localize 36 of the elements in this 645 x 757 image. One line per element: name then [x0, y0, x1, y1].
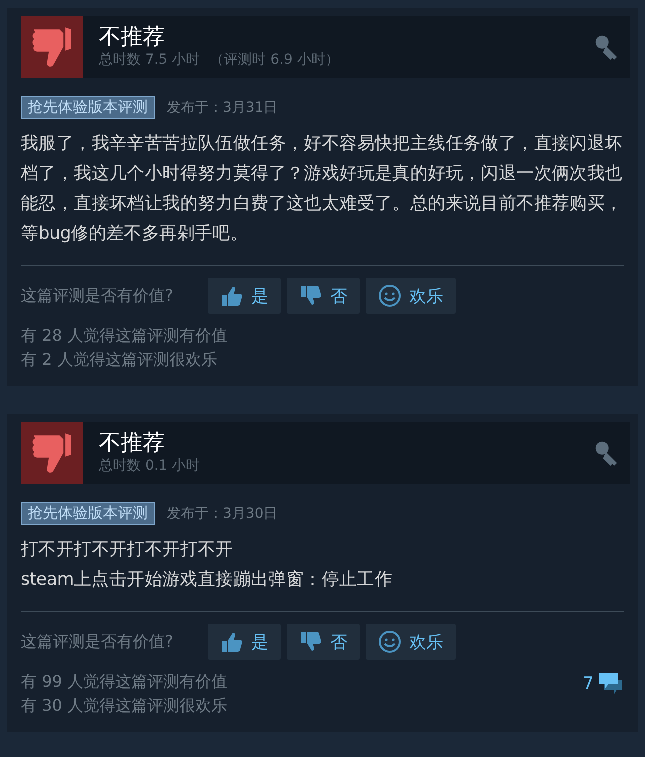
vote-button[interactable]: 是 — [208, 624, 280, 660]
vote-button[interactable]: 欢乐 — [366, 278, 456, 314]
helpful-question: 这篇评测是否有价值? — [21, 286, 174, 306]
thumbs-down-icon — [298, 630, 322, 654]
verdict-title: 不推荐 — [99, 431, 166, 457]
vote-button[interactable]: 否 — [286, 278, 360, 314]
playtime-text: 总时数 7.5 小时 — [99, 51, 200, 69]
thumbs-down-icon — [21, 16, 83, 78]
vote-count-text: 有 28 人觉得这篇评测有价值 — [21, 325, 228, 347]
vote-count-text: 有 99 人觉得这篇评测有价值 — [21, 671, 228, 693]
playtime-text: 总时数 0.1 小时 — [99, 457, 200, 475]
review-text: 我服了，我辛辛苦苦拉队伍做任务，好不容易快把主线任务做了，直接闪退坏档了，我这几个小时得努力莫得了？游戏好玩是真的好玩，闪退一次俩次我也能忍，直接坏档让我的努力白费了这也太难受了。总的来说目前不推荐购买，等bug修的差不多再剁手吧。 — [21, 133, 624, 246]
vote-button[interactable]: 欢乐 — [366, 624, 456, 660]
vote-button[interactable]: 是 — [208, 278, 280, 314]
helpful-question: 这篇评测是否有价值? — [21, 632, 174, 652]
comment-count-link[interactable]: 7 — [583, 672, 624, 696]
review-text: 打不开打不开打不开打不开 — [21, 539, 234, 562]
thumbs-up-icon — [220, 630, 244, 654]
key-icon — [594, 440, 620, 466]
posted-date: 发布于：3月31日 — [167, 98, 278, 116]
smiley-icon — [378, 630, 402, 654]
vote-button[interactable]: 否 — [286, 624, 360, 660]
vote-count-text: 有 30 人觉得这篇评测很欢乐 — [21, 695, 228, 717]
smiley-icon — [378, 284, 402, 308]
thumbs-up-icon — [220, 284, 244, 308]
key-icon — [594, 34, 620, 60]
thumbs-down-icon — [21, 422, 83, 484]
speech-bubble-icon — [598, 672, 624, 696]
posted-date: 发布于：3月30日 — [167, 504, 278, 522]
early-access-tag: 抢先体验版本评测 — [21, 502, 155, 525]
vote-count-text: 有 2 人觉得这篇评测很欢乐 — [21, 349, 218, 371]
playtime-at-review-text: （评测时 6.9 小时） — [210, 51, 340, 69]
review-text: steam上点击开始游戏直接蹦出弹窗：停止工作 — [21, 569, 394, 592]
verdict-title: 不推荐 — [99, 25, 166, 51]
early-access-tag: 抢先体验版本评测 — [21, 96, 155, 119]
thumbs-down-icon — [298, 284, 322, 308]
